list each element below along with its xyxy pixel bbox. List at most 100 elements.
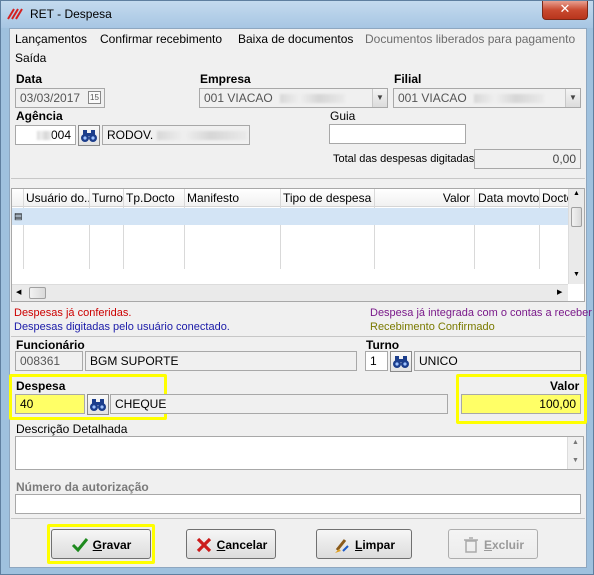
cancelar-button[interactable]: Cancelar <box>186 529 276 559</box>
agencia-label: Agência <box>16 109 63 123</box>
close-window-button[interactable]: ✕ <box>542 1 588 20</box>
binoculars-icon <box>81 130 97 142</box>
filial-label: Filial <box>394 72 422 86</box>
vertical-scroll-thumb[interactable] <box>571 207 582 227</box>
data-field[interactable]: 03/03/2017 15 <box>15 88 105 108</box>
despesa-code-field[interactable]: 40 <box>15 394 85 414</box>
grid-col-line <box>89 189 90 269</box>
menu-baixa-documentos[interactable]: Baixa de documentos <box>238 32 353 46</box>
col-header-usuario[interactable]: Usuário do... <box>26 191 90 205</box>
col-header-turno[interactable]: Turno <box>92 191 124 205</box>
col-header-tipo-despesa[interactable]: Tipo de despesa <box>283 191 373 205</box>
col-header-docto[interactable]: Docto <box>542 191 568 205</box>
empresa-value: 001 VIACAO <box>204 91 273 105</box>
limpar-button[interactable]: Limpar <box>316 529 412 559</box>
grid-col-line <box>184 189 185 269</box>
valor-label: Valor <box>550 379 580 393</box>
redacted-text <box>474 94 545 104</box>
turno-label: Turno <box>366 338 400 352</box>
menu-confirmar-recebimento[interactable]: Confirmar recebimento <box>100 32 222 46</box>
turno-code-field[interactable]: 1 <box>365 351 388 371</box>
funcionario-code-field[interactable]: 008361 <box>15 351 83 371</box>
scroll-right-icon[interactable]: ▶ <box>557 288 562 296</box>
trash-icon <box>463 537 478 553</box>
despesa-name-field: CHEQUE <box>110 394 448 414</box>
data-value: 03/03/2017 <box>20 91 81 105</box>
cancelar-label: ancelar <box>225 537 268 552</box>
descricao-label: Descrição Detalhada <box>16 422 128 436</box>
binoculars-icon <box>90 399 106 411</box>
total-field: 0,00 <box>474 149 581 169</box>
scroll-down-icon[interactable]: ▼ <box>573 271 580 278</box>
turno-code-value: 1 <box>370 354 377 368</box>
data-label: Data <box>16 72 43 86</box>
chevron-down-icon[interactable]: ▼ <box>565 89 580 107</box>
legend-confirmado: Recebimento Confirmado <box>370 321 495 333</box>
chevron-down-icon[interactable]: ▼ <box>372 89 387 107</box>
valor-value: 100,00 <box>539 397 576 411</box>
filial-value: 001 VIACAO <box>398 91 467 105</box>
descricao-textarea[interactable]: ▲ ▼ <box>15 436 584 470</box>
section-divider <box>11 518 585 519</box>
cancelar-accel: C <box>216 537 226 552</box>
scroll-up-icon[interactable]: ▲ <box>572 439 579 446</box>
valor-field[interactable]: 100,00 <box>461 394 581 414</box>
redacted-text <box>36 131 51 141</box>
client-area: Lançamentos Confirmar recebimento Baixa … <box>9 28 592 568</box>
autorizacao-field[interactable] <box>15 494 581 514</box>
grid-vertical-scrollbar[interactable]: ▲ ▼ <box>568 189 584 284</box>
filial-select[interactable]: 001 VIACAO ▼ <box>393 88 581 108</box>
excluir-button[interactable]: Excluir <box>448 529 538 559</box>
turno-search-button[interactable] <box>390 351 412 372</box>
autorizacao-label: Número da autorização <box>16 480 149 494</box>
col-header-valor[interactable]: Valor <box>378 191 470 205</box>
grid-col-line <box>23 189 24 269</box>
empresa-select[interactable]: 001 VIACAO ▼ <box>199 88 388 108</box>
gravar-button[interactable]: Gravar <box>51 529 151 559</box>
col-header-manifesto[interactable]: Manifesto <box>187 191 277 205</box>
menu-lancamentos[interactable]: Lançamentos <box>15 32 87 46</box>
calendar-icon[interactable]: 15 <box>88 91 101 104</box>
legend-integrada: Despesa já integrada com o contas a rece… <box>370 307 592 319</box>
close-icon: ✕ <box>559 2 571 17</box>
horizontal-scroll-thumb[interactable] <box>29 287 46 299</box>
menu-saida[interactable]: Saída <box>15 51 46 65</box>
despesa-code-value: 40 <box>20 397 34 411</box>
col-header-tpdocto[interactable]: Tp.Docto <box>126 191 182 205</box>
scroll-left-icon[interactable]: ◀ <box>16 288 21 296</box>
grid-header: Usuário do... Turno Tp.Docto Manifesto T… <box>12 189 568 207</box>
col-header-data-movto[interactable]: Data movto <box>478 191 540 205</box>
grid-row-selected[interactable] <box>12 208 568 225</box>
limpar-label: impar <box>362 537 396 552</box>
app-logo-icon <box>7 8 23 20</box>
checkmark-icon <box>71 537 88 553</box>
funcionario-name-field: BGM SUPORTE <box>85 351 357 371</box>
grid-horizontal-scrollbar[interactable]: ◀ ▶ <box>12 284 568 301</box>
despesa-window: RET - Despesa ✕ Lançamentos Confirmar re… <box>0 0 594 575</box>
turno-name-field: UNICO <box>414 351 581 371</box>
grid-col-line <box>374 189 375 269</box>
window-title: RET - Despesa <box>30 7 112 21</box>
legend-conferidas: Despesas já conferidas. <box>14 307 132 319</box>
despesas-grid[interactable]: Usuário do... Turno Tp.Docto Manifesto T… <box>11 188 585 302</box>
grid-col-line <box>539 189 540 269</box>
guia-field[interactable] <box>329 124 466 144</box>
scroll-down-icon[interactable]: ▼ <box>572 457 579 464</box>
agencia-search-button[interactable] <box>78 125 100 146</box>
excluir-accel: E <box>483 537 492 552</box>
menu-documentos-liberados[interactable]: Documentos liberados para pagamento <box>365 32 575 46</box>
despesa-label: Despesa <box>16 379 66 393</box>
guia-label: Guia <box>330 109 356 123</box>
agencia-code-field[interactable]: 004 <box>15 125 76 145</box>
total-value: 0,00 <box>552 152 576 166</box>
descricao-scrollbar[interactable]: ▲ ▼ <box>567 437 583 469</box>
scroll-up-icon[interactable]: ▲ <box>573 190 580 197</box>
cancel-x-icon <box>196 537 211 552</box>
agencia-name-field: RODOV. <box>102 125 250 145</box>
gravar-accel: G <box>92 537 102 552</box>
title-bar: RET - Despesa ✕ <box>1 1 593 28</box>
funcionario-code-value: 008361 <box>20 354 61 368</box>
despesa-search-button[interactable] <box>87 394 109 415</box>
eraser-brush-icon <box>334 538 349 553</box>
binoculars-icon <box>393 356 409 368</box>
